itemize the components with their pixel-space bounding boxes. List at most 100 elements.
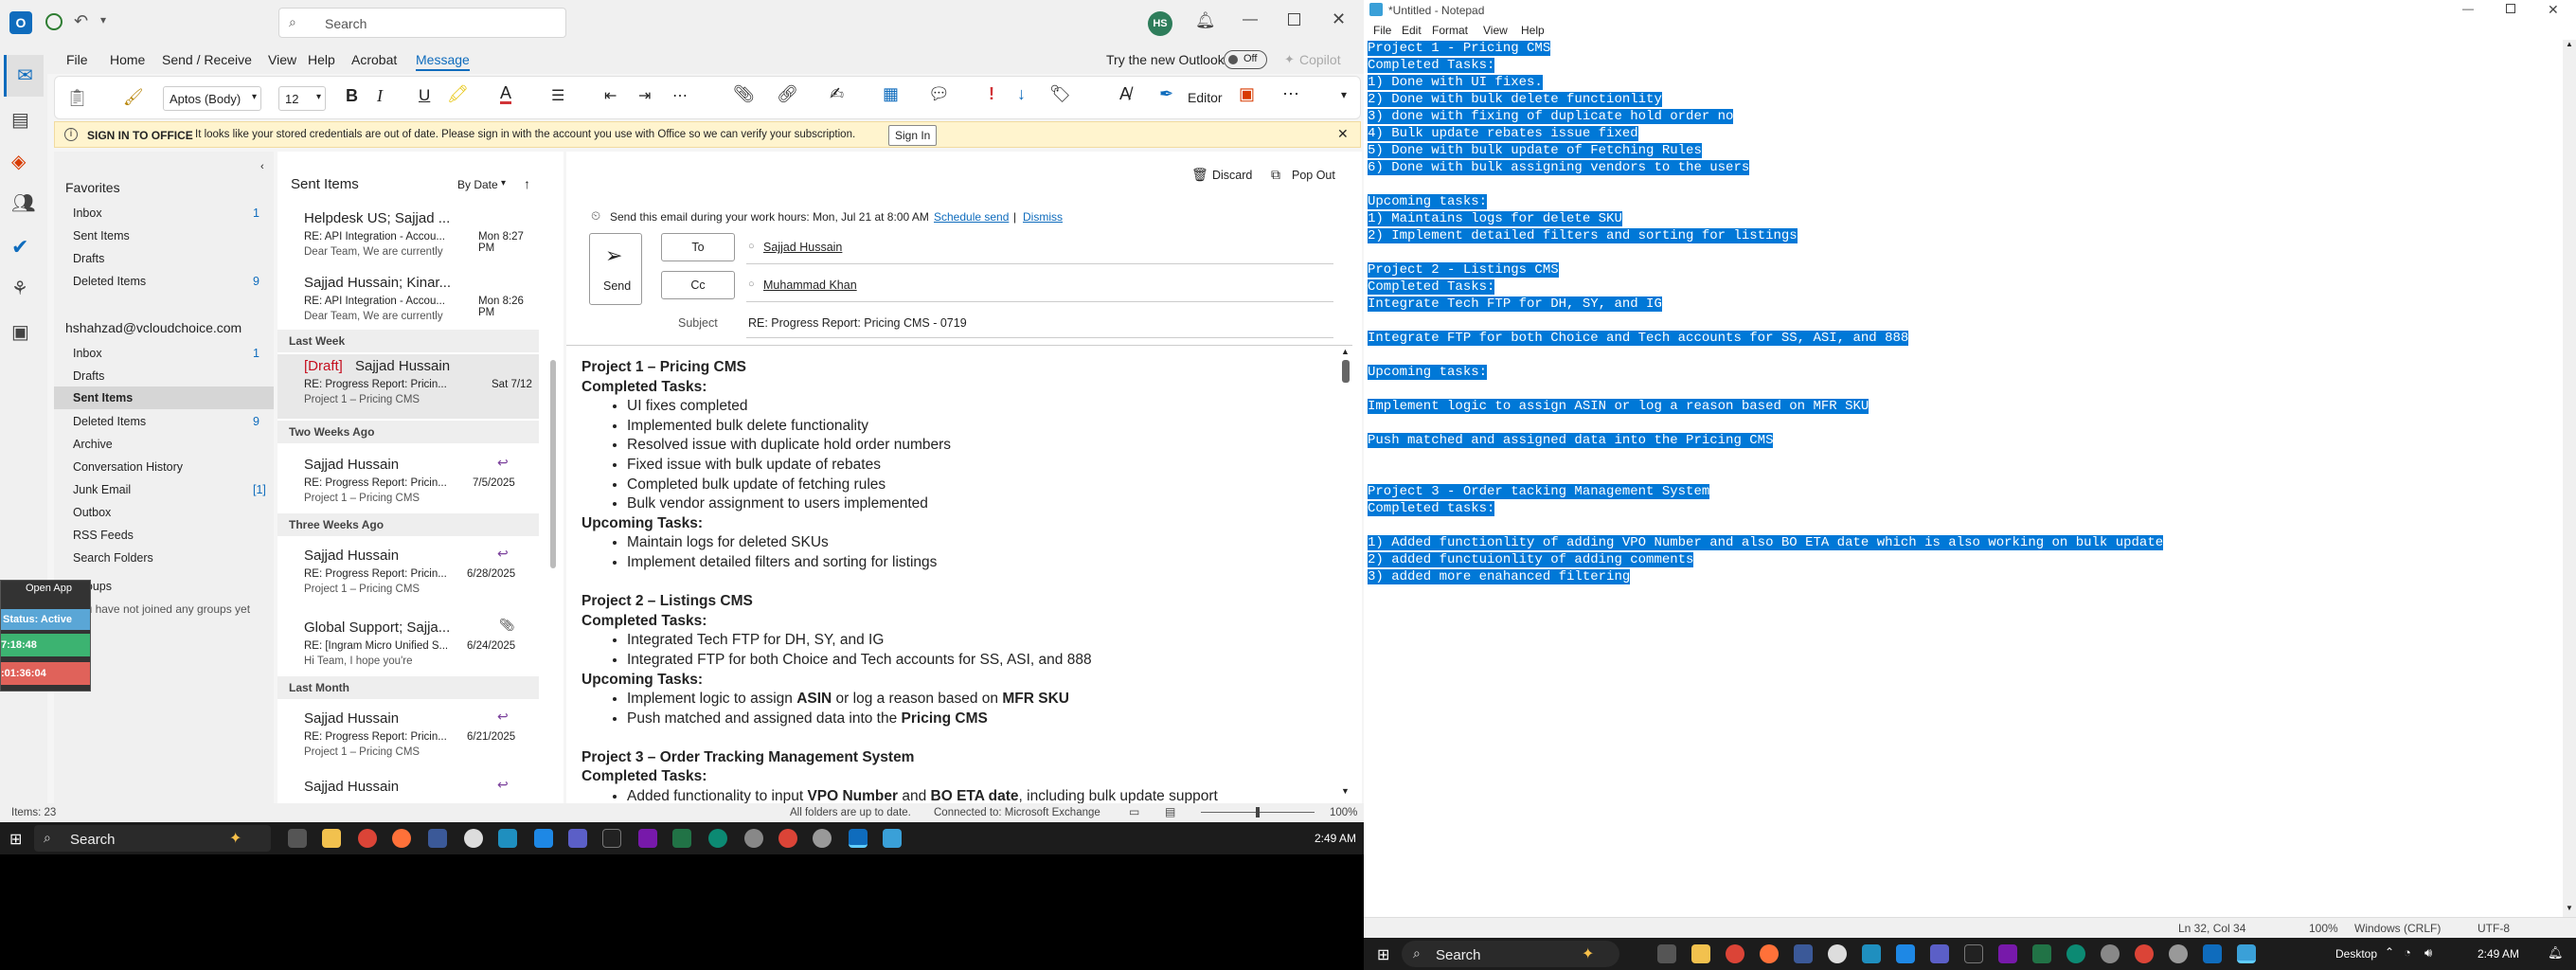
outdent-icon[interactable]: ⇤ xyxy=(604,86,617,105)
indent-icon[interactable]: ⇥ xyxy=(638,86,651,105)
calendar-icon[interactable]: ▤ xyxy=(11,108,29,132)
menu-edit[interactable]: Edit xyxy=(1402,24,1422,37)
app-icon[interactable] xyxy=(602,829,621,848)
app-icon[interactable] xyxy=(428,829,447,848)
cc-field[interactable]: Muhammad Khan xyxy=(763,278,857,292)
menu-acrobat[interactable]: Acrobat xyxy=(351,52,397,67)
app-icon[interactable] xyxy=(813,829,832,848)
more-icon[interactable]: ⋯ xyxy=(672,86,688,105)
folder-item-selected[interactable]: Sent Items xyxy=(54,386,274,409)
close-icon[interactable]: ✕ xyxy=(1332,9,1346,29)
menu-home[interactable]: Home xyxy=(110,52,145,67)
format-painter-icon[interactable]: 🖌︎ xyxy=(123,88,144,107)
scrollbar-thumb[interactable] xyxy=(550,360,556,568)
teams-icon[interactable] xyxy=(1930,944,1949,963)
timer-widget[interactable]: Open App Status: Active 7:18:48 :01:36:0… xyxy=(0,580,91,692)
menu-file[interactable]: File xyxy=(1373,24,1391,37)
app-icon[interactable] xyxy=(498,829,517,848)
group-header[interactable]: Last Week xyxy=(277,330,539,352)
search-box[interactable]: ⌕ Search xyxy=(278,8,566,38)
to-field[interactable]: Sajjad Hussain xyxy=(763,241,842,254)
menu-view[interactable]: View xyxy=(1483,24,1508,37)
sync-icon[interactable] xyxy=(45,13,63,30)
app-icon[interactable] xyxy=(2169,944,2188,963)
discard-icon[interactable]: 🗑︎ xyxy=(1191,167,1208,183)
scrollbar-thumb[interactable] xyxy=(1342,360,1350,383)
settings-icon[interactable] xyxy=(744,829,763,848)
menu-help[interactable]: Help xyxy=(308,52,335,67)
outlook-icon[interactable] xyxy=(849,829,868,848)
more-apps-icon[interactable]: ▣ xyxy=(11,320,29,344)
org-icon[interactable]: ⚘ xyxy=(11,277,28,300)
clock-app-icon[interactable] xyxy=(464,829,483,848)
notepad-icon[interactable] xyxy=(2237,944,2256,963)
menu-message[interactable]: Message xyxy=(416,52,470,71)
minimize-icon[interactable]: — xyxy=(2462,2,2474,15)
editor-label[interactable]: Editor xyxy=(1188,90,1223,105)
close-banner-icon[interactable]: ✕ xyxy=(1337,126,1349,142)
chrome-icon[interactable] xyxy=(1726,944,1744,963)
copilot-app-icon[interactable]: ◈ xyxy=(11,150,26,173)
highlight-icon[interactable]: 🖍︎ xyxy=(447,84,469,104)
notification-icon[interactable]: 🔔︎ xyxy=(2548,945,2564,961)
folder-item[interactable]: Inbox 1 xyxy=(73,207,259,220)
taskbar-clock[interactable]: 2:49 AM xyxy=(2478,947,2519,961)
teams-icon[interactable] xyxy=(568,829,587,848)
discard-button[interactable]: Discard xyxy=(1212,169,1252,182)
desktop-label[interactable]: Desktop xyxy=(2335,947,2377,961)
reading-view-icon[interactable]: ▤ xyxy=(1165,805,1175,818)
folder-item[interactable]: RSS Feeds xyxy=(73,529,134,542)
app-icon[interactable] xyxy=(1862,944,1881,963)
vscode-icon[interactable] xyxy=(1896,944,1915,963)
taskbar-clock[interactable]: 2:49 AM xyxy=(1315,832,1356,845)
close-icon[interactable]: ✕ xyxy=(2548,2,2559,18)
folder-item[interactable]: Deleted Items 9 xyxy=(73,275,259,288)
notepad-text-area[interactable]: Project 1 - Pricing CMS Completed Tasks: 1… xyxy=(1368,40,2561,911)
taskbar-search[interactable]: ⌕ Search ✦ xyxy=(1402,941,1619,967)
app-icon[interactable] xyxy=(1794,944,1813,963)
menu-send-receive[interactable]: Send / Receive xyxy=(162,52,252,67)
widget-title[interactable]: Open App xyxy=(26,583,72,594)
folder-item[interactable]: Deleted Items 9 xyxy=(73,415,259,428)
outlook-icon[interactable] xyxy=(2203,944,2222,963)
copilot-label[interactable]: Copilot xyxy=(1299,52,1341,67)
account-header[interactable]: hshahzad@vcloudchoice.com xyxy=(65,320,242,335)
group-header[interactable]: Last Month xyxy=(277,676,539,699)
undo-icon[interactable]: ↶ xyxy=(74,11,88,31)
zoom-slider[interactable] xyxy=(1201,807,1315,817)
list-item-selected[interactable]: [Draft] Sajjad Hussain RE: Progress Repo… xyxy=(277,354,539,419)
menu-file[interactable]: File xyxy=(66,52,88,67)
bullets-icon[interactable]: ☰ xyxy=(551,86,564,105)
vscode-icon[interactable] xyxy=(534,829,553,848)
apps-icon[interactable]: ▦ xyxy=(883,84,899,104)
folder-item[interactable]: Junk Email [1] xyxy=(73,483,266,496)
collapse-ribbon-icon[interactable]: ▾ xyxy=(1341,88,1347,101)
folder-item[interactable]: Archive xyxy=(73,438,113,451)
importance-high-icon[interactable]: ! xyxy=(989,84,994,104)
paste-icon[interactable]: 📋︎ xyxy=(66,88,88,108)
popout-button[interactable]: Pop Out xyxy=(1292,169,1335,182)
sort-direction-icon[interactable]: ↑ xyxy=(524,176,530,191)
subject-field[interactable]: RE: Progress Report: Pricing CMS - 0719 xyxy=(748,316,967,330)
speaker-icon[interactable]: 🔊︎ xyxy=(2424,945,2432,961)
start-button-icon[interactable]: ⊞ xyxy=(9,830,22,849)
scroll-down-icon[interactable]: ▼ xyxy=(1341,786,1350,796)
chevron-up-icon[interactable]: ⌃ xyxy=(2385,945,2394,959)
quick-access-dropdown-icon[interactable]: ▾ xyxy=(100,13,106,27)
collapse-pane-icon[interactable]: ‹ xyxy=(260,161,264,172)
zoom-slider-thumb[interactable] xyxy=(1256,807,1260,817)
signature-icon[interactable]: ✍︎ xyxy=(830,84,844,104)
importance-low-icon[interactable]: ↓ xyxy=(1017,84,1026,104)
send-button[interactable]: ➢ Send xyxy=(589,233,642,305)
normal-view-icon[interactable]: ▭ xyxy=(1129,805,1139,818)
to-button[interactable]: To xyxy=(661,233,735,261)
folder-item[interactable]: Drafts xyxy=(73,369,104,383)
link-icon[interactable]: 🔗︎ xyxy=(777,84,798,104)
bell-icon[interactable]: 🔔︎ xyxy=(1195,11,1216,30)
font-name-select[interactable]: Aptos (Body) ▾ xyxy=(163,86,261,111)
list-item[interactable]: Sajjad Hussain ↩ xyxy=(277,775,539,803)
firefox-icon[interactable] xyxy=(1760,944,1779,963)
favorites-header[interactable]: Favorites xyxy=(65,180,120,195)
font-color-icon[interactable]: A xyxy=(500,84,512,104)
popout-icon[interactable]: ⧉ xyxy=(1271,167,1280,183)
